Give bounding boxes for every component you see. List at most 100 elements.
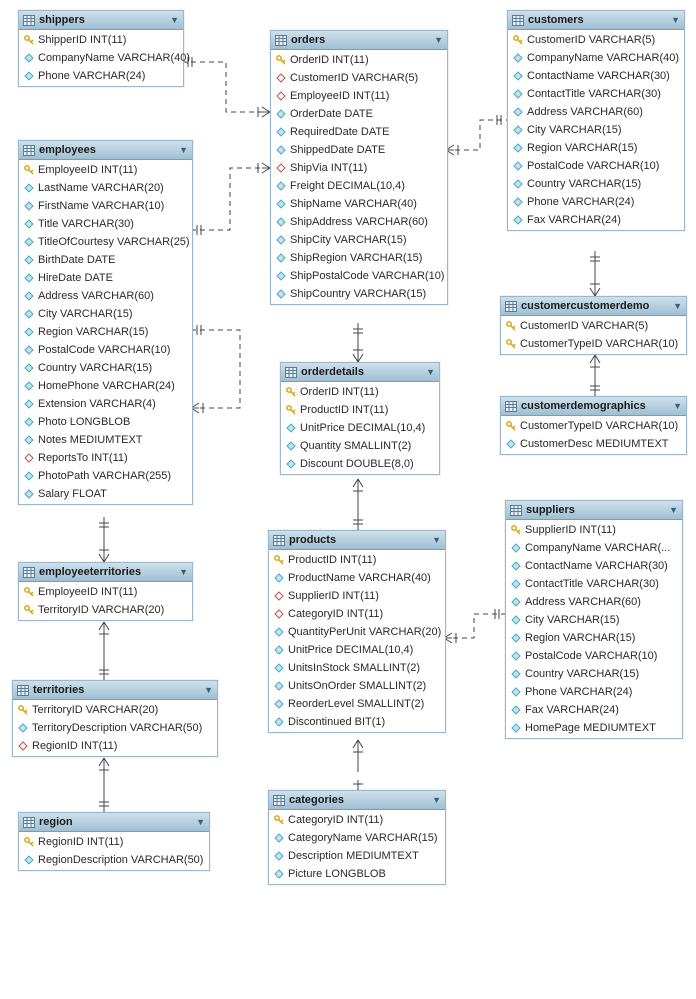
column-row[interactable]: ProductID INT(11) (269, 551, 445, 569)
column-row[interactable]: ContactTitle VARCHAR(30) (508, 85, 684, 103)
column-row[interactable]: UnitsOnOrder SMALLINT(2) (269, 677, 445, 695)
chevron-down-icon[interactable]: ▼ (434, 35, 443, 45)
column-row[interactable]: ShipPostalCode VARCHAR(10) (271, 267, 447, 285)
column-row[interactable]: Fax VARCHAR(24) (508, 211, 684, 229)
column-row[interactable]: Description MEDIUMTEXT (269, 847, 445, 865)
column-row[interactable]: CustomerID VARCHAR(5) (501, 317, 686, 335)
column-row[interactable]: RequiredDate DATE (271, 123, 447, 141)
chevron-down-icon[interactable]: ▼ (432, 535, 441, 545)
table-header[interactable]: products▼ (269, 531, 445, 550)
column-row[interactable]: TerritoryID VARCHAR(20) (19, 601, 192, 619)
table-shippers[interactable]: shippers▼ShipperID INT(11)CompanyName VA… (18, 10, 184, 87)
chevron-down-icon[interactable]: ▼ (179, 145, 188, 155)
column-row[interactable]: UnitPrice DECIMAL(10,4) (281, 419, 439, 437)
column-row[interactable]: ProductName VARCHAR(40) (269, 569, 445, 587)
column-row[interactable]: HomePage MEDIUMTEXT (506, 719, 682, 737)
column-row[interactable]: Region VARCHAR(15) (506, 629, 682, 647)
column-row[interactable]: Quantity SMALLINT(2) (281, 437, 439, 455)
table-header[interactable]: region▼ (19, 813, 209, 832)
column-row[interactable]: ShipCountry VARCHAR(15) (271, 285, 447, 303)
column-row[interactable]: PhotoPath VARCHAR(255) (19, 467, 192, 485)
column-row[interactable]: PostalCode VARCHAR(10) (19, 341, 192, 359)
column-row[interactable]: Discount DOUBLE(8,0) (281, 455, 439, 473)
column-row[interactable]: CustomerTypeID VARCHAR(10) (501, 335, 686, 353)
column-row[interactable]: ReorderLevel SMALLINT(2) (269, 695, 445, 713)
column-row[interactable]: Address VARCHAR(60) (19, 287, 192, 305)
column-row[interactable]: Notes MEDIUMTEXT (19, 431, 192, 449)
column-row[interactable]: Phone VARCHAR(24) (508, 193, 684, 211)
table-products[interactable]: products▼ProductID INT(11)ProductName VA… (268, 530, 446, 733)
column-row[interactable]: SupplierID INT(11) (269, 587, 445, 605)
column-row[interactable]: CompanyName VARCHAR(40) (508, 49, 684, 67)
column-row[interactable]: ShippedDate DATE (271, 141, 447, 159)
column-row[interactable]: CustomerDesc MEDIUMTEXT (501, 435, 686, 453)
table-header[interactable]: orders▼ (271, 31, 447, 50)
column-row[interactable]: Title VARCHAR(30) (19, 215, 192, 233)
column-row[interactable]: OrderID INT(11) (271, 51, 447, 69)
chevron-down-icon[interactable]: ▼ (170, 15, 179, 25)
table-customercustomerdemo[interactable]: customercustomerdemo▼CustomerID VARCHAR(… (500, 296, 687, 355)
chevron-down-icon[interactable]: ▼ (671, 15, 680, 25)
column-row[interactable]: Country VARCHAR(15) (508, 175, 684, 193)
table-header[interactable]: employeeterritories▼ (19, 563, 192, 582)
column-row[interactable]: RegionID INT(11) (19, 833, 209, 851)
column-row[interactable]: CustomerID VARCHAR(5) (271, 69, 447, 87)
column-row[interactable]: UnitPrice DECIMAL(10,4) (269, 641, 445, 659)
column-row[interactable]: RegionDescription VARCHAR(50) (19, 851, 209, 869)
column-row[interactable]: HomePhone VARCHAR(24) (19, 377, 192, 395)
chevron-down-icon[interactable]: ▼ (426, 367, 435, 377)
table-employees[interactable]: employees▼EmployeeID INT(11)LastName VAR… (18, 140, 193, 505)
chevron-down-icon[interactable]: ▼ (196, 817, 205, 827)
chevron-down-icon[interactable]: ▼ (179, 567, 188, 577)
column-row[interactable]: Freight DECIMAL(10,4) (271, 177, 447, 195)
chevron-down-icon[interactable]: ▼ (673, 401, 682, 411)
column-row[interactable]: Photo LONGBLOB (19, 413, 192, 431)
column-row[interactable]: FirstName VARCHAR(10) (19, 197, 192, 215)
column-row[interactable]: Phone VARCHAR(24) (19, 67, 183, 85)
column-row[interactable]: ContactName VARCHAR(30) (508, 67, 684, 85)
column-row[interactable]: Phone VARCHAR(24) (506, 683, 682, 701)
column-row[interactable]: ProductID INT(11) (281, 401, 439, 419)
column-row[interactable]: Discontinued BIT(1) (269, 713, 445, 731)
table-categories[interactable]: categories▼CategoryID INT(11)CategoryNam… (268, 790, 446, 885)
column-row[interactable]: ShipName VARCHAR(40) (271, 195, 447, 213)
table-header[interactable]: suppliers▼ (506, 501, 682, 520)
column-row[interactable]: CategoryName VARCHAR(15) (269, 829, 445, 847)
column-row[interactable]: LastName VARCHAR(20) (19, 179, 192, 197)
column-row[interactable]: ShipAddress VARCHAR(60) (271, 213, 447, 231)
table-header[interactable]: shippers▼ (19, 11, 183, 30)
column-row[interactable]: EmployeeID INT(11) (19, 583, 192, 601)
column-row[interactable]: ContactTitle VARCHAR(30) (506, 575, 682, 593)
column-row[interactable]: ContactName VARCHAR(30) (506, 557, 682, 575)
table-customers[interactable]: customers▼CustomerID VARCHAR(5)CompanyNa… (507, 10, 685, 231)
column-row[interactable]: Country VARCHAR(15) (19, 359, 192, 377)
chevron-down-icon[interactable]: ▼ (669, 505, 678, 515)
column-row[interactable]: Address VARCHAR(60) (506, 593, 682, 611)
table-territories[interactable]: territories▼TerritoryID VARCHAR(20)Terri… (12, 680, 218, 757)
table-header[interactable]: categories▼ (269, 791, 445, 810)
column-row[interactable]: ShipperID INT(11) (19, 31, 183, 49)
column-row[interactable]: ReportsTo INT(11) (19, 449, 192, 467)
table-header[interactable]: customers▼ (508, 11, 684, 30)
column-row[interactable]: PostalCode VARCHAR(10) (508, 157, 684, 175)
table-header[interactable]: customercustomerdemo▼ (501, 297, 686, 316)
column-row[interactable]: UnitsInStock SMALLINT(2) (269, 659, 445, 677)
column-row[interactable]: TitleOfCourtesy VARCHAR(25) (19, 233, 192, 251)
column-row[interactable]: QuantityPerUnit VARCHAR(20) (269, 623, 445, 641)
table-orders[interactable]: orders▼OrderID INT(11)CustomerID VARCHAR… (270, 30, 448, 305)
column-row[interactable]: City VARCHAR(15) (508, 121, 684, 139)
column-row[interactable]: City VARCHAR(15) (19, 305, 192, 323)
table-region[interactable]: region▼RegionID INT(11)RegionDescription… (18, 812, 210, 871)
column-row[interactable]: Region VARCHAR(15) (508, 139, 684, 157)
column-row[interactable]: CompanyName VARCHAR(... (506, 539, 682, 557)
column-row[interactable]: Fax VARCHAR(24) (506, 701, 682, 719)
column-row[interactable]: EmployeeID INT(11) (271, 87, 447, 105)
column-row[interactable]: ShipRegion VARCHAR(15) (271, 249, 447, 267)
column-row[interactable]: TerritoryID VARCHAR(20) (13, 701, 217, 719)
table-orderdetails[interactable]: orderdetails▼OrderID INT(11)ProductID IN… (280, 362, 440, 475)
column-row[interactable]: Picture LONGBLOB (269, 865, 445, 883)
column-row[interactable]: Country VARCHAR(15) (506, 665, 682, 683)
column-row[interactable]: Salary FLOAT (19, 485, 192, 503)
column-row[interactable]: EmployeeID INT(11) (19, 161, 192, 179)
table-customerdemographics[interactable]: customerdemographics▼CustomerTypeID VARC… (500, 396, 687, 455)
